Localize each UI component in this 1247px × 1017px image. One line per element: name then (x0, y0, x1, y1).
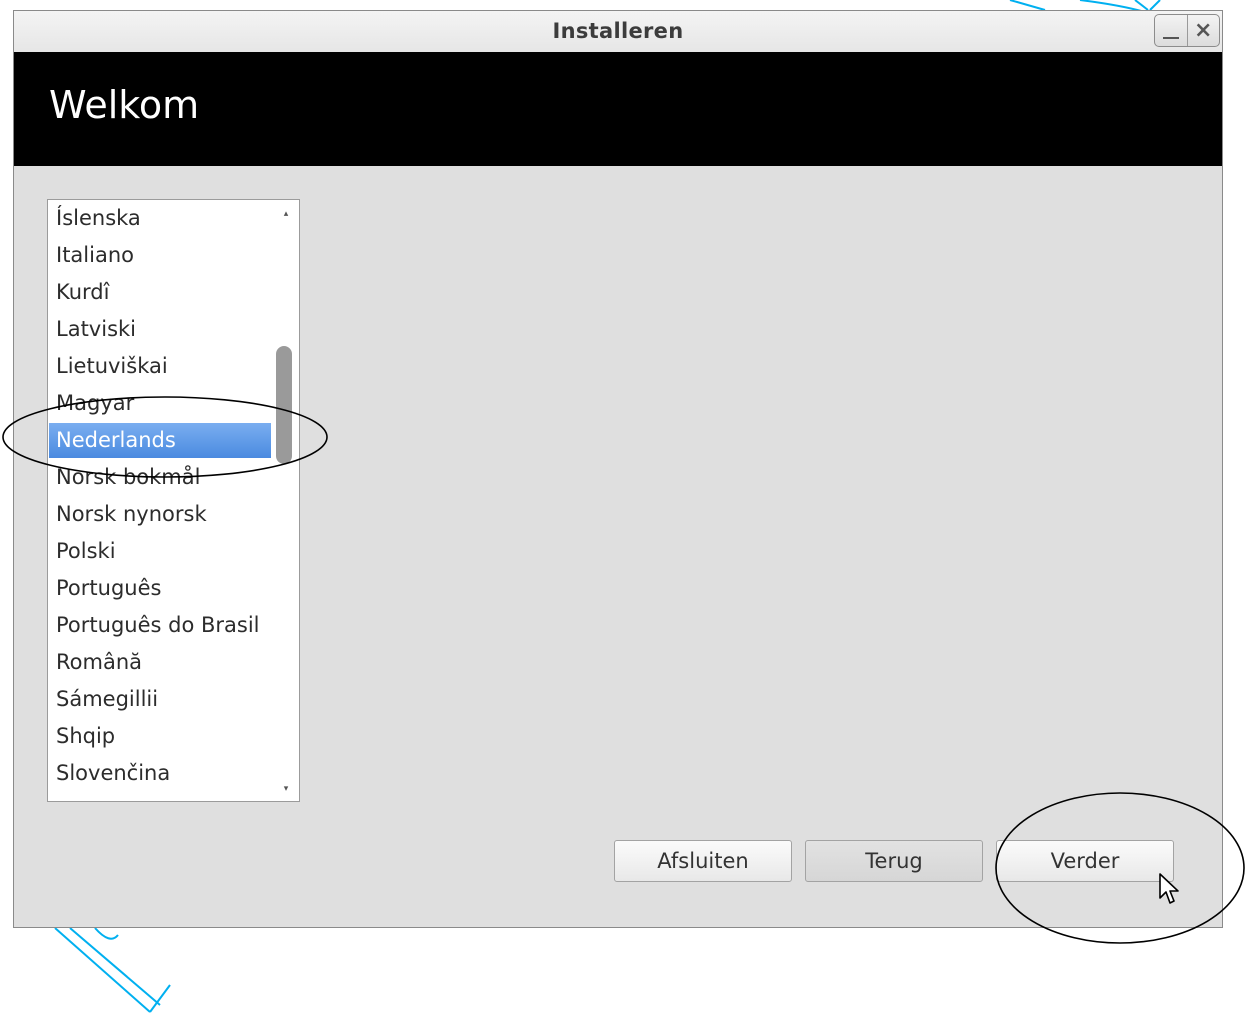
installer-window: Installeren × Welkom Íslenska Italiano K… (13, 10, 1223, 928)
language-item[interactable]: Polski (49, 534, 271, 571)
language-item[interactable]: Italiano (49, 238, 271, 275)
language-item[interactable]: Norsk nynorsk (49, 497, 271, 534)
language-item[interactable]: Kurdî (49, 275, 271, 312)
language-item[interactable]: Norsk bokmål (49, 460, 271, 497)
scroll-up-arrow-icon[interactable]: ▴ (281, 209, 291, 219)
scroll-down-arrow-icon[interactable]: ▾ (281, 784, 291, 794)
language-item[interactable]: Shqip (49, 719, 271, 756)
screenshot-stage: Installeren × Welkom Íslenska Italiano K… (0, 0, 1247, 1017)
minimize-button[interactable] (1155, 15, 1187, 46)
back-button[interactable]: Terug (805, 840, 983, 882)
page-title: Welkom (49, 83, 200, 127)
minimize-icon (1163, 37, 1179, 39)
scrollbar-thumb[interactable] (276, 346, 292, 464)
window-controls: × (1154, 14, 1220, 47)
language-item-selected[interactable]: Nederlands (49, 423, 271, 458)
language-item[interactable]: Sámegillii (49, 682, 271, 719)
language-item[interactable]: Română (49, 645, 271, 682)
language-item[interactable]: Íslenska (49, 201, 271, 238)
next-button[interactable]: Verder (996, 840, 1174, 882)
language-item[interactable]: Latviski (49, 312, 271, 349)
language-item[interactable]: Slovenčina (49, 756, 271, 793)
language-item[interactable]: Português (49, 571, 271, 608)
close-button[interactable]: × (1186, 15, 1220, 46)
header-banner: Welkom (14, 52, 1222, 166)
quit-button[interactable]: Afsluiten (614, 840, 792, 882)
close-icon: × (1194, 18, 1213, 43)
language-item[interactable]: Lietuviškai (49, 349, 271, 386)
window-title: Installeren (552, 19, 684, 43)
language-item[interactable]: Português do Brasil (49, 608, 271, 645)
title-bar: Installeren × (14, 11, 1222, 53)
mouse-pointer-icon (1159, 873, 1179, 904)
language-list[interactable]: Íslenska Italiano Kurdî Latviski Lietuvi… (47, 199, 300, 802)
language-item[interactable]: Magyar (49, 386, 271, 423)
